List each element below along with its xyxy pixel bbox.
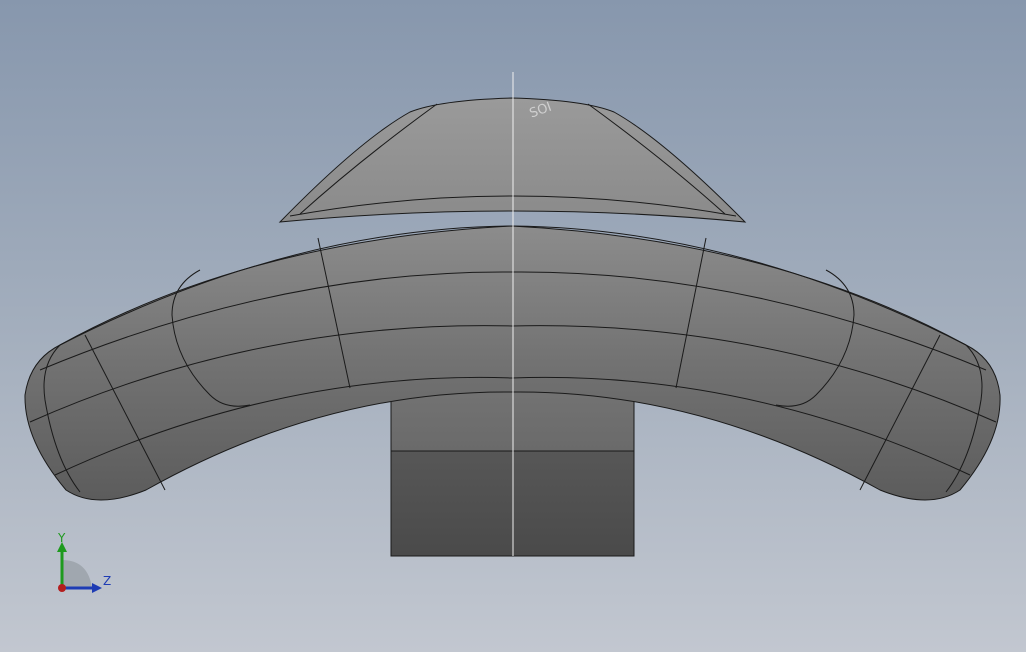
coordinate-triad: Y Z bbox=[57, 531, 111, 593]
model-view[interactable]: SOI bbox=[0, 0, 1026, 652]
graphics-viewport[interactable]: SOI Y Z bbox=[0, 0, 1026, 652]
x-axis-dot bbox=[58, 584, 66, 592]
z-axis-label: Z bbox=[103, 574, 111, 588]
y-axis-label: Y bbox=[57, 531, 66, 545]
triad-plane-shade bbox=[62, 560, 92, 588]
z-axis-arrowhead bbox=[92, 583, 102, 593]
